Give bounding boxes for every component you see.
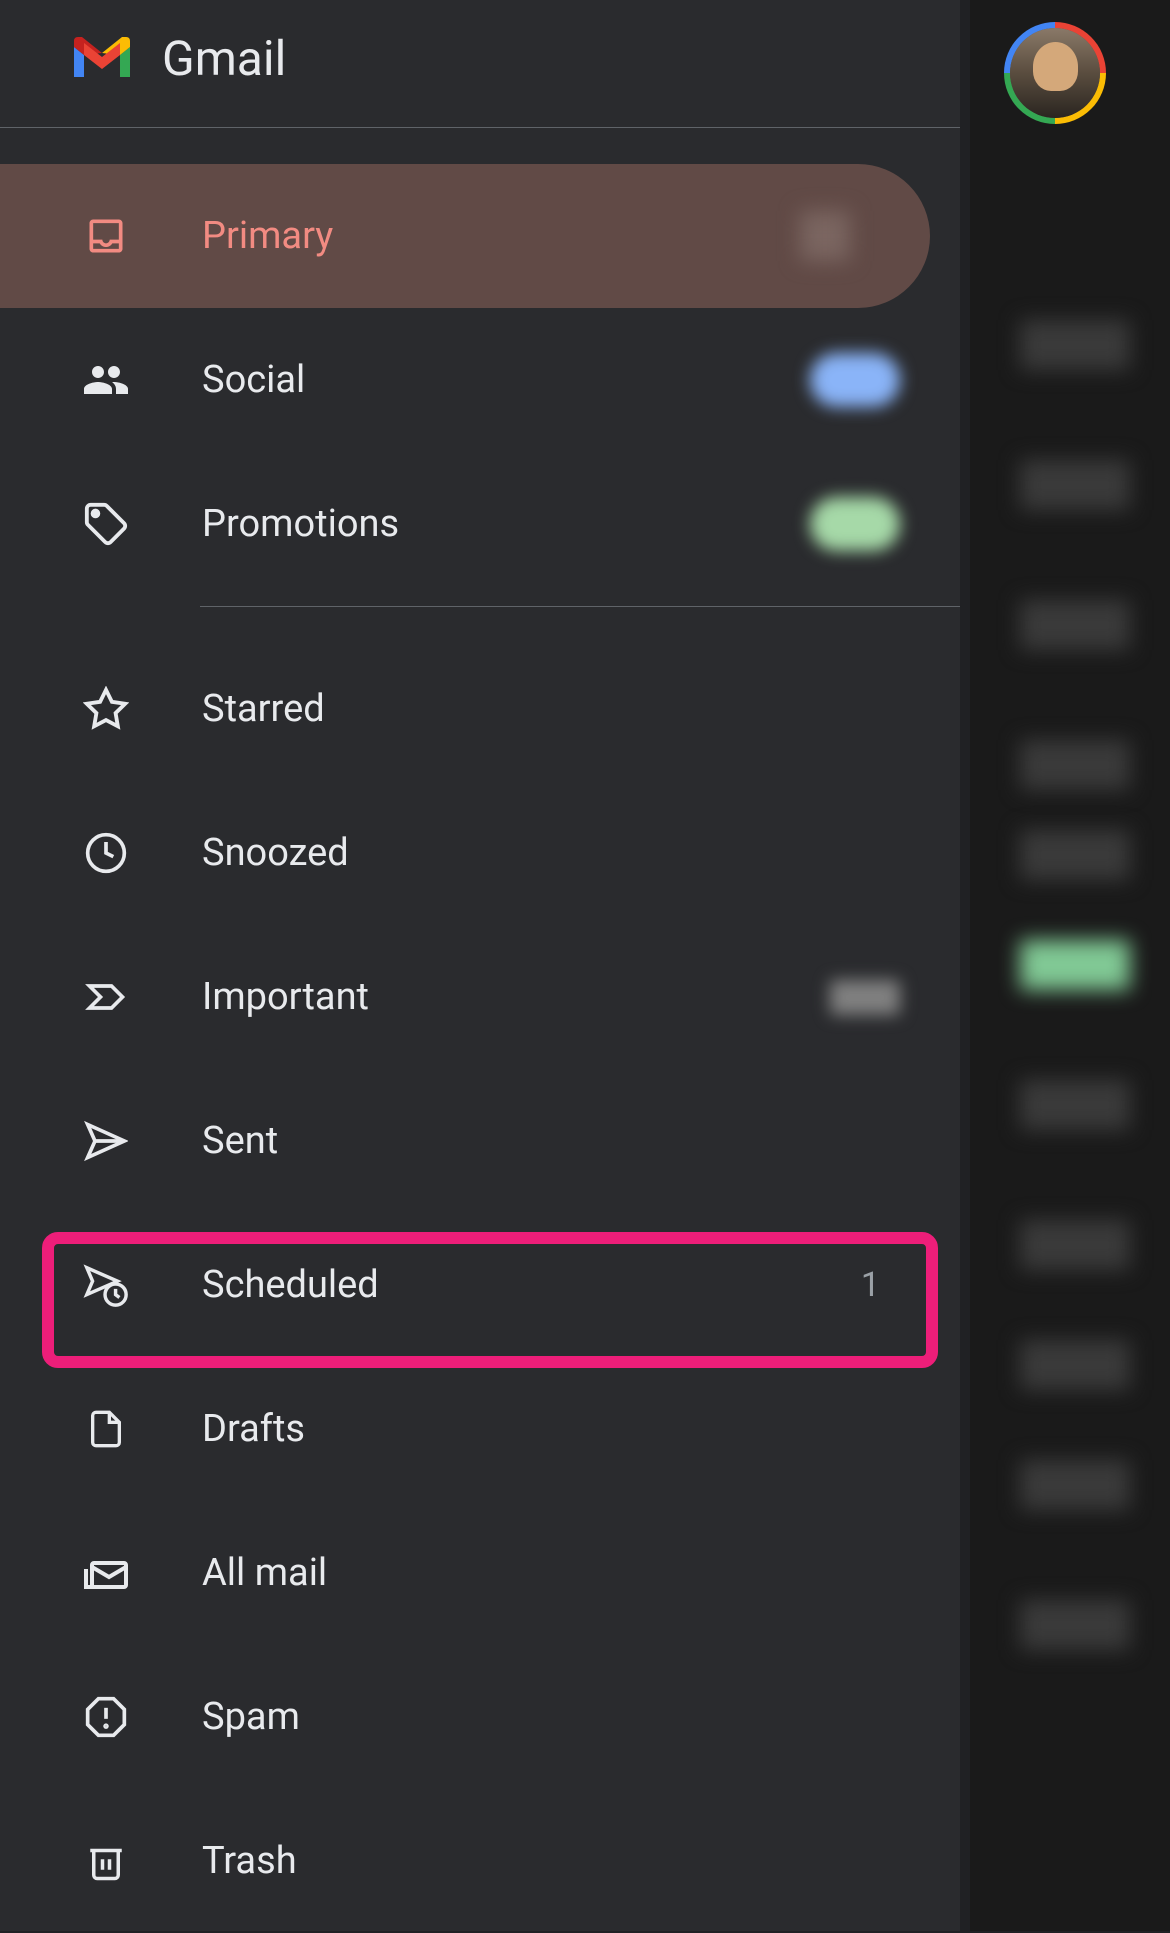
navigation-drawer: Gmail Primary Social Promotions [0,0,960,1931]
nav-label: Starred [202,687,900,731]
tag-icon [82,500,130,548]
nav-label: Sent [202,1119,900,1163]
nav-item-starred[interactable]: Starred [0,637,960,781]
nav-label: All mail [202,1551,900,1595]
drawer-header: Gmail [0,0,960,127]
nav-label: Drafts [202,1407,900,1451]
file-icon [82,1405,130,1453]
nav-item-spam[interactable]: Spam [0,1645,960,1789]
nav-item-scheduled[interactable]: Scheduled 1 [0,1213,960,1357]
app-title: Gmail [162,30,286,87]
primary-count-blurred [800,211,850,261]
background-inbox-blurred [970,0,1170,1931]
nav-label: Promotions [202,502,810,546]
promotions-badge [810,497,900,551]
nav-item-social[interactable]: Social [0,308,960,452]
nav-item-sent[interactable]: Sent [0,1069,960,1213]
nav-item-primary[interactable]: Primary [0,164,930,308]
nav-item-promotions[interactable]: Promotions [0,452,960,596]
nav-label: Spam [202,1695,900,1739]
nav-count: 1 [861,1265,880,1305]
social-badge [810,353,900,407]
section-divider [200,606,960,607]
schedule-send-icon [82,1261,130,1309]
nav-label: Important [202,975,830,1019]
star-icon [82,685,130,733]
nav-list: Primary Social Promotions Starred [0,128,960,1933]
nav-label: Primary [202,214,800,258]
spam-icon [82,1693,130,1741]
important-icon [82,973,130,1021]
nav-item-all-mail[interactable]: All mail [0,1501,960,1645]
nav-item-important[interactable]: Important [0,925,960,1069]
gmail-logo-icon [70,35,134,83]
nav-item-drafts[interactable]: Drafts [0,1357,960,1501]
nav-item-snoozed[interactable]: Snoozed [0,781,960,925]
inbox-icon [82,212,130,260]
nav-label: Social [202,358,810,402]
important-count-blurred [830,980,900,1015]
account-avatar[interactable] [1006,24,1104,122]
trash-icon [82,1837,130,1885]
send-icon [82,1117,130,1165]
nav-label: Scheduled [202,1263,861,1307]
people-icon [82,356,130,404]
stacked-mail-icon [82,1549,130,1597]
nav-label: Snoozed [202,831,900,875]
nav-label: Trash [202,1839,900,1883]
nav-item-trash[interactable]: Trash [0,1789,960,1933]
clock-icon [82,829,130,877]
